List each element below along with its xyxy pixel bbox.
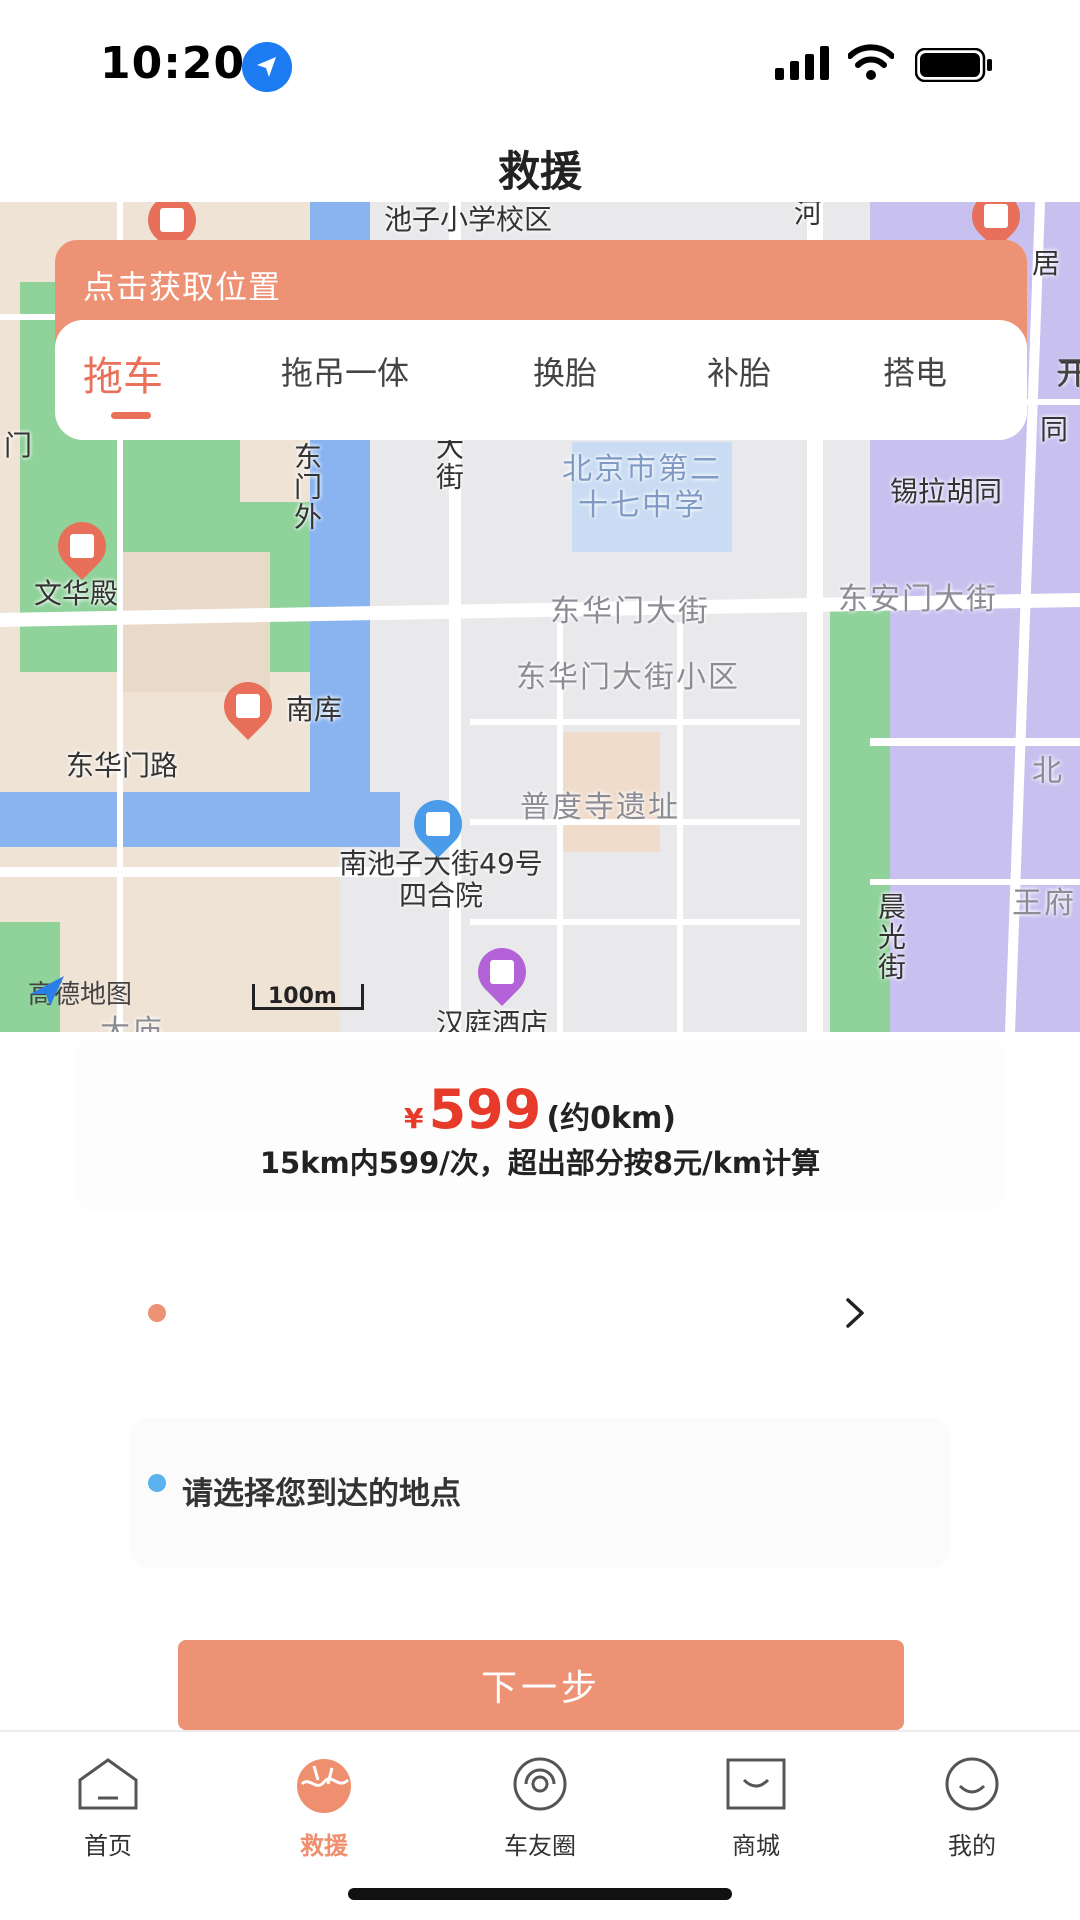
map-label: 东安门大街: [838, 582, 998, 617]
wifi-icon: [848, 44, 894, 80]
destination-field[interactable]: 请选择您到达的地点: [130, 1418, 950, 1568]
map-label: 南池子大街49号四合院: [339, 847, 543, 912]
start-dot-icon: [148, 1304, 166, 1322]
status-bar: 10:20: [0, 0, 1080, 120]
map-label: 东华门大街: [550, 594, 710, 629]
map-label: 同: [1040, 413, 1069, 446]
map-label: 河: [790, 202, 823, 228]
map-label: 大街: [432, 432, 465, 492]
map-label: 居: [1032, 247, 1061, 280]
page-header: 救援: [0, 120, 1080, 202]
map-label: 门: [4, 429, 33, 462]
map-label: 东门外: [290, 442, 323, 532]
tab-tow-lift[interactable]: 拖吊一体: [281, 348, 409, 394]
home-icon: [78, 1758, 138, 1810]
map-label: 北: [1032, 754, 1064, 789]
tab-tire-change[interactable]: 换胎: [533, 348, 597, 394]
tab-rescue[interactable]: 救援: [264, 1746, 384, 1866]
rescue-icon: [297, 1759, 351, 1813]
location-arrow-icon: [242, 42, 292, 92]
location-card: 点击获取位置 拖车 拖吊一体 换胎 补胎 搭电: [55, 240, 1027, 440]
amap-logo: 高德地图: [28, 974, 132, 1011]
price-card: ¥ 599 (约0km) 15km内599/次，超出部分按8元/km计算: [75, 1040, 1005, 1210]
map-label: 锡拉胡同: [890, 475, 1003, 508]
map-label: 北京市第二十七中学: [562, 452, 722, 523]
next-step-button[interactable]: 下一步: [178, 1640, 904, 1730]
get-location-text[interactable]: 点击获取位置: [83, 262, 281, 308]
map-label: 东华门大街小区: [516, 660, 740, 695]
destination-dot-icon: [148, 1474, 166, 1492]
destination-placeholder: 请选择您到达的地点: [182, 1476, 461, 1512]
chevron-right-icon: [846, 1298, 864, 1328]
status-time: 10:20: [100, 38, 246, 89]
active-tab-indicator: [111, 412, 151, 419]
price-distance: (约0km): [546, 1101, 676, 1136]
tab-mall-label: 商城: [732, 1832, 780, 1860]
tab-profile[interactable]: 我的: [912, 1746, 1032, 1866]
tab-rescue-label: 救援: [300, 1832, 348, 1860]
tab-community-label: 车友圈: [504, 1832, 576, 1860]
profile-icon: [945, 1757, 999, 1811]
tab-profile-label: 我的: [948, 1832, 996, 1860]
mall-icon: [726, 1758, 786, 1810]
tab-tow[interactable]: 拖车: [83, 344, 163, 402]
battery-icon: [915, 48, 992, 82]
price-rule: 15km内599/次，超出部分按8元/km计算: [259, 1146, 821, 1180]
signal-icon: [775, 46, 829, 80]
amap-logo-icon: [30, 976, 64, 1006]
map-label: 普度寺遗址: [520, 790, 680, 825]
map-label: 文华殿: [34, 577, 119, 610]
tab-mall[interactable]: 商城: [696, 1746, 816, 1866]
tab-community[interactable]: 车友圈: [480, 1746, 600, 1866]
map-label: 晨光街: [874, 892, 907, 982]
service-tabs: 拖车 拖吊一体 换胎 补胎 搭电: [55, 320, 1027, 440]
community-icon: [513, 1757, 567, 1811]
currency-symbol: ¥: [404, 1102, 424, 1135]
map-label: 南库: [286, 693, 343, 726]
map-label: 汉庭酒店: [436, 1007, 549, 1032]
map-label: 东华门路: [66, 749, 179, 782]
map-label: 王府: [1012, 886, 1076, 921]
price-value: 599: [428, 1078, 542, 1141]
page-title: 救援: [497, 147, 582, 196]
tab-unlock[interactable]: 开: [1056, 348, 1080, 394]
price-line: ¥ 599 (约0km): [75, 1078, 1005, 1141]
start-location-row[interactable]: [120, 1268, 880, 1358]
tab-jump-start[interactable]: 搭电: [883, 348, 947, 394]
map-label: 池子小学校区: [384, 203, 553, 236]
home-indicator: [348, 1888, 732, 1900]
map-scale-text: 100m: [268, 984, 337, 1009]
tab-tire-repair[interactable]: 补胎: [707, 348, 771, 394]
tab-home-label: 首页: [84, 1832, 132, 1860]
tab-home[interactable]: 首页: [48, 1746, 168, 1866]
